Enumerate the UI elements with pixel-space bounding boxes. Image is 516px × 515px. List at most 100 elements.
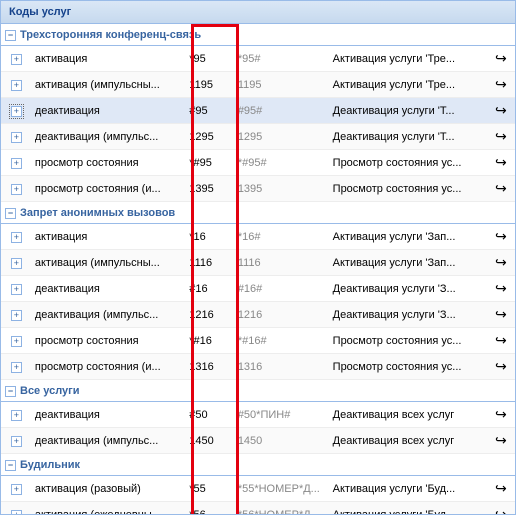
cell-name: деактивация (импульс... [32, 124, 186, 150]
undo-icon[interactable]: ↩ [495, 76, 507, 93]
table-row[interactable]: +деактивация (импульс...12161216Деактива… [1, 302, 515, 328]
undo-icon[interactable]: ↩ [495, 254, 507, 271]
cell-name: активация (разовый) [32, 476, 186, 502]
cell-code: *55 [186, 476, 235, 502]
cell-name: активация (импульсны... [32, 250, 186, 276]
cell-description: Активация услуги 'Зап... [330, 250, 487, 276]
undo-icon[interactable]: ↩ [495, 480, 507, 497]
undo-icon[interactable]: ↩ [495, 506, 507, 514]
cell-name: просмотр состояния (и... [32, 354, 186, 380]
undo-icon[interactable]: ↩ [495, 280, 507, 297]
cell-description: Деактивация услуги 'З... [330, 302, 487, 328]
cell-code: *#95 [186, 150, 235, 176]
cell-dial: #95# [235, 98, 330, 124]
cell-description: Деактивация всех услуг [330, 402, 487, 428]
row-expand-icon[interactable]: + [11, 362, 22, 373]
cell-code: *16 [186, 224, 235, 250]
undo-icon[interactable]: ↩ [495, 50, 507, 67]
group-title: Запрет анонимных вызовов [20, 207, 175, 219]
cell-name: активация [32, 224, 186, 250]
row-expand-icon[interactable]: + [11, 132, 22, 143]
row-expand-icon[interactable]: + [11, 310, 22, 321]
cell-code: 1395 [186, 176, 235, 202]
row-expand-icon[interactable]: + [11, 158, 22, 169]
undo-icon[interactable]: ↩ [495, 154, 507, 171]
cell-description: Деактивация услуги 'З... [330, 276, 487, 302]
table-row[interactable]: +деактивация (импульс...14501450Деактива… [1, 428, 515, 454]
group-collapse-icon[interactable]: − [5, 386, 16, 397]
group-collapse-icon[interactable]: − [5, 208, 16, 219]
table-row[interactable]: +активация (ежедневны...*56*56*НОМЕР*Д..… [1, 502, 515, 515]
table-row[interactable]: +деактивация#16#16#Деактивация услуги 'З… [1, 276, 515, 302]
cell-description: Деактивация услуги 'Т... [330, 124, 487, 150]
cell-description: Активация услуги 'Буд... [330, 502, 487, 515]
group-title: Все услуги [20, 385, 80, 397]
cell-dial: 1450 [235, 428, 330, 454]
cell-dial: *#16# [235, 328, 330, 354]
cell-dial: *55*НОМЕР*Д... [235, 476, 330, 502]
cell-name: просмотр состояния (и... [32, 176, 186, 202]
table-row[interactable]: +деактивация#95#95#Деактивация услуги 'Т… [1, 98, 515, 124]
group-header[interactable]: −Трехсторонняя конференц-связь [1, 24, 515, 46]
row-expand-icon[interactable]: + [11, 284, 22, 295]
cell-dial: 1195 [235, 72, 330, 98]
row-expand-icon[interactable]: + [11, 184, 22, 195]
table-row[interactable]: +активация (импульсны...11161116Активаци… [1, 250, 515, 276]
row-expand-icon[interactable]: + [11, 436, 22, 447]
table-row[interactable]: +просмотр состояния (и...13161316Просмот… [1, 354, 515, 380]
cell-code: #50 [186, 402, 235, 428]
cell-code: 1116 [186, 250, 235, 276]
cell-description: Просмотр состояния ус... [330, 176, 487, 202]
cell-dial: 1295 [235, 124, 330, 150]
row-expand-icon[interactable]: + [11, 80, 22, 91]
table-row[interactable]: + деактивация#50#50*ПИН#Деактивация всех … [1, 402, 515, 428]
undo-icon[interactable]: ↩ [495, 128, 507, 145]
table-row[interactable]: +просмотр состояния*#16*#16#Просмотр сос… [1, 328, 515, 354]
cell-name: деактивация [32, 402, 186, 428]
grid-body[interactable]: −Трехсторонняя конференц-связь+активация… [1, 24, 515, 514]
table-row[interactable]: +активация*16*16#Активация услуги 'Зап..… [1, 224, 515, 250]
table-row[interactable]: +активация (разовый)*55*55*НОМЕР*Д...Акт… [1, 476, 515, 502]
table-row[interactable]: +просмотр состояния (и...13951395Просмот… [1, 176, 515, 202]
undo-icon[interactable]: ↩ [495, 358, 507, 375]
cell-dial: *56*НОМЕР*Д... [235, 502, 330, 515]
cell-description: Просмотр состояния ус... [330, 328, 487, 354]
undo-icon[interactable]: ↩ [495, 432, 507, 449]
row-expand-icon[interactable]: + [11, 484, 22, 495]
cell-code: 1195 [186, 72, 235, 98]
cell-dial: *95# [235, 46, 330, 72]
cell-description: Деактивация услуги 'Т... [330, 98, 487, 124]
cell-name: деактивация [32, 276, 186, 302]
table-row[interactable]: +активация (импульсны...11951195Активаци… [1, 72, 515, 98]
group-collapse-icon[interactable]: − [5, 460, 16, 471]
undo-icon[interactable]: ↩ [495, 332, 507, 349]
table-row[interactable]: +деактивация (импульс...12951295Деактива… [1, 124, 515, 150]
group-collapse-icon[interactable]: − [5, 30, 16, 41]
cell-name: активация [32, 46, 186, 72]
group-header[interactable]: −Будильник [1, 454, 515, 476]
row-expand-icon[interactable]: + [11, 258, 22, 269]
cell-code: #16 [186, 276, 235, 302]
table-row[interactable]: +активация*95*95#Активация услуги 'Тре..… [1, 46, 515, 72]
cell-code: #95 [186, 98, 235, 124]
cell-name: активация (ежедневны... [32, 502, 186, 515]
cell-description: Активация услуги 'Тре... [330, 72, 487, 98]
group-header[interactable]: −Все услуги [1, 380, 515, 402]
row-expand-icon[interactable]: + [11, 232, 22, 243]
undo-icon[interactable]: ↩ [495, 102, 507, 119]
row-expand-icon[interactable]: + [11, 106, 22, 117]
row-expand-icon[interactable]: + [11, 336, 22, 347]
cell-name: деактивация (импульс... [32, 302, 186, 328]
undo-icon[interactable]: ↩ [495, 228, 507, 245]
table-row[interactable]: +просмотр состояния*#95*#95#Просмотр сос… [1, 150, 515, 176]
cell-dial: 1395 [235, 176, 330, 202]
cell-code: 1216 [186, 302, 235, 328]
row-expand-icon[interactable]: + [11, 54, 22, 65]
row-expand-icon[interactable]: + [11, 410, 22, 421]
undo-icon[interactable]: ↩ [495, 406, 507, 423]
undo-icon[interactable]: ↩ [495, 180, 507, 197]
row-expand-icon[interactable]: + [11, 510, 22, 515]
group-header[interactable]: −Запрет анонимных вызовов [1, 202, 515, 224]
cell-dial: #50*ПИН# [235, 402, 330, 428]
undo-icon[interactable]: ↩ [495, 306, 507, 323]
